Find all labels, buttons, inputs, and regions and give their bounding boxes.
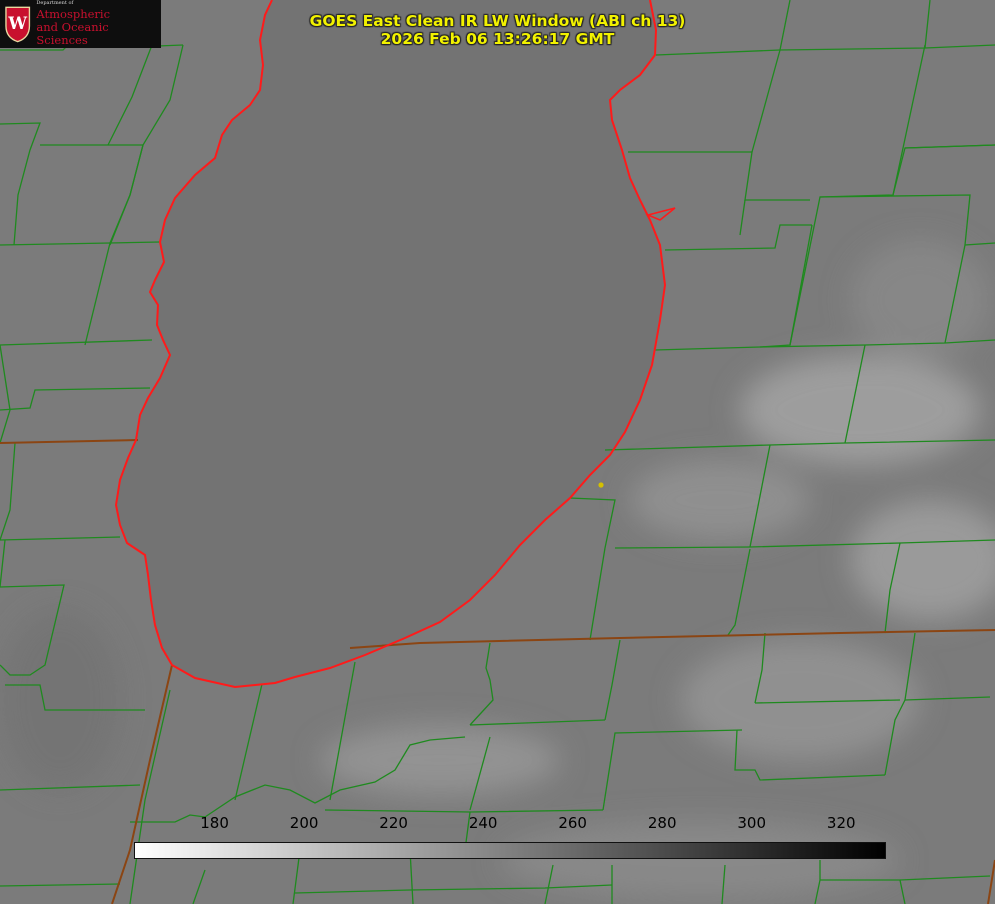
svg-text:W: W — [7, 13, 27, 33]
logo-dept-text: Department of — [36, 0, 74, 6]
colorbar-tick-labels: 180 200 220 240 260 280 300 320 — [0, 814, 995, 836]
colorbar-tick-260: 260 — [558, 814, 587, 832]
colorbar — [134, 842, 886, 859]
colorbar-tick-220: 220 — [379, 814, 408, 832]
station-marker — [598, 482, 604, 488]
aos-logo: W Department of Atmospheric and Oceanic … — [0, 0, 161, 48]
satellite-map — [0, 0, 995, 904]
colorbar-tick-200: 200 — [289, 814, 319, 832]
colorbar-tick-320: 320 — [826, 814, 856, 832]
colorbar-tick-180: 180 — [200, 814, 229, 832]
colorbar-tick-300: 300 — [737, 814, 767, 832]
uw-crest-icon: W — [5, 6, 31, 43]
logo-line2: and Oceanic Sciences — [36, 20, 109, 47]
title-timestamp: 2026 Feb 06 13:26:17 GMT — [380, 30, 615, 48]
title-line1: GOES East Clean IR LW Window (ABI ch 13) — [309, 12, 686, 30]
colorbar-tick-240: 240 — [468, 814, 498, 832]
image-title: GOES East Clean IR LW Window (ABI ch 13)… — [200, 12, 795, 48]
colorbar-tick-280: 280 — [647, 814, 677, 832]
